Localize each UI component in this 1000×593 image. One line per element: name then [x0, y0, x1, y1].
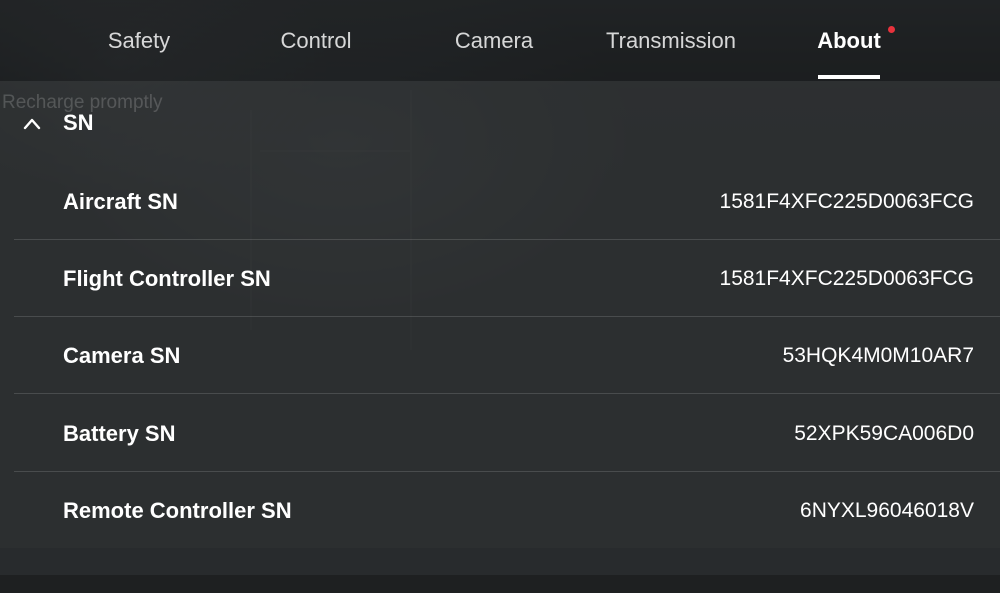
notification-dot [888, 26, 895, 33]
sn-row-aircraft: Aircraft SN 1581F4XFC225D0063FCG [14, 163, 1000, 240]
sn-row-camera: Camera SN 53HQK4M0M10AR7 [14, 317, 1000, 394]
tab-safety[interactable]: Safety [64, 0, 214, 81]
sn-row-label: Flight Controller SN [63, 266, 271, 291]
tab-about[interactable]: About [774, 0, 924, 81]
sn-row-battery: Battery SN 52XPK59CA006D0 [14, 395, 1000, 472]
row-divider [14, 393, 1000, 394]
sn-row-remote-controller: Remote Controller SN 6NYXL96046018V [14, 472, 1000, 549]
sn-row-value: 1581F4XFC225D0063FCG [719, 267, 974, 290]
sn-row-label: Battery SN [63, 421, 176, 446]
panel-footer-strip [0, 548, 1000, 575]
screen-bottom-edge [0, 575, 1000, 593]
tab-transmission[interactable]: Transmission [596, 0, 746, 81]
sn-row-label: Remote Controller SN [63, 498, 292, 523]
sn-row-value: 53HQK4M0M10AR7 [782, 344, 974, 367]
sn-row-label: Aircraft SN [63, 189, 178, 214]
tab-camera[interactable]: Camera [419, 0, 569, 81]
tab-bar: Safety Control Camera Transmission About [0, 0, 1000, 81]
sn-section-header[interactable]: SN [0, 81, 1000, 169]
sn-row-value: 1581F4XFC225D0063FCG [719, 190, 974, 213]
sn-row-flight-controller: Flight Controller SN 1581F4XFC225D0063FC… [14, 240, 1000, 317]
chevron-up-icon [23, 118, 41, 130]
active-tab-indicator [818, 75, 880, 79]
tab-control[interactable]: Control [241, 0, 391, 81]
sn-row-label: Camera SN [63, 343, 181, 368]
section-title: SN [63, 110, 94, 135]
sn-row-value: 52XPK59CA006D0 [794, 422, 974, 445]
sn-row-value: 6NYXL96046018V [800, 499, 974, 522]
settings-screen: Safety Control Camera Transmission About… [0, 0, 1000, 593]
